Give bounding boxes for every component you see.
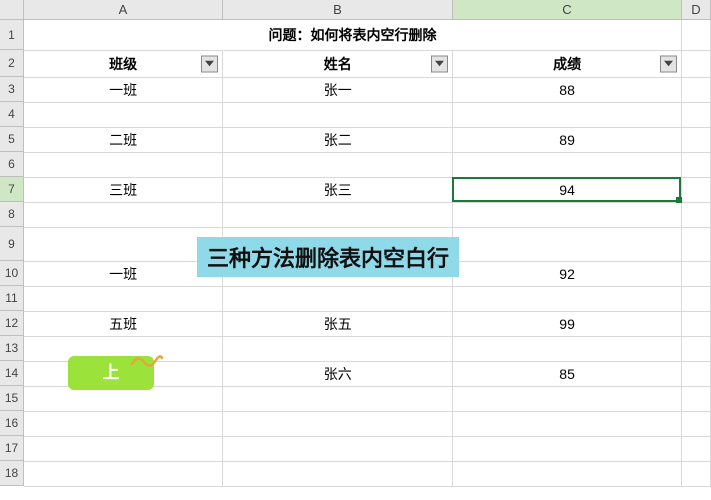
cell-D5[interactable] — [682, 127, 711, 152]
cell-D12[interactable] — [682, 311, 711, 336]
cell-D16[interactable] — [682, 411, 711, 436]
row-header-7[interactable]: 7 — [0, 177, 24, 202]
cell-B6[interactable] — [223, 152, 453, 177]
cell-D9[interactable] — [682, 227, 711, 261]
cell-C3[interactable]: 88 — [453, 77, 682, 102]
cell-C12[interactable]: 99 — [453, 311, 682, 336]
filter-button-class[interactable] — [201, 55, 218, 72]
cell-B12[interactable]: 张五 — [223, 311, 453, 336]
col-header-D[interactable]: D — [682, 0, 711, 20]
cell-D1[interactable] — [682, 20, 711, 50]
cell-C15[interactable] — [453, 386, 682, 411]
title-cell[interactable]: 问题：如何将表内空行删除 — [24, 20, 682, 50]
row-header-1[interactable]: 1 — [0, 20, 24, 50]
cell-A11[interactable] — [24, 286, 223, 311]
cell-D10[interactable] — [682, 261, 711, 286]
cell-A3[interactable]: 一班 — [24, 77, 223, 102]
row-header-8[interactable]: 8 — [0, 202, 24, 227]
cell-C16[interactable] — [453, 411, 682, 436]
cell-A8[interactable] — [24, 202, 223, 227]
cell-B16[interactable] — [223, 411, 453, 436]
cell-D17[interactable] — [682, 436, 711, 461]
header-score-label: 成绩 — [553, 56, 581, 72]
cell-C5[interactable]: 89 — [453, 127, 682, 152]
cell-B18[interactable] — [223, 461, 453, 486]
col-header-C[interactable]: C — [453, 0, 682, 20]
cell-D6[interactable] — [682, 152, 711, 177]
cell-C11[interactable] — [453, 286, 682, 311]
row-header-4[interactable]: 4 — [0, 102, 24, 127]
row-header-9[interactable]: 9 — [0, 227, 24, 261]
cell-A9[interactable] — [24, 227, 223, 261]
cell-A16[interactable] — [24, 411, 223, 436]
row-header-12[interactable]: 12 — [0, 311, 24, 336]
cell-A4[interactable] — [24, 102, 223, 127]
header-name[interactable]: 姓名 — [223, 50, 453, 77]
col-header-B[interactable]: B — [223, 0, 453, 20]
cell-C14[interactable]: 85 — [453, 361, 682, 386]
row-headers: 1 2 3 4 5 6 7 8 9 10 11 12 13 14 15 16 1… — [0, 20, 24, 487]
cell-C8[interactable] — [453, 202, 682, 227]
filter-button-score[interactable] — [660, 55, 677, 72]
row-header-3[interactable]: 3 — [0, 77, 24, 102]
cell-D11[interactable] — [682, 286, 711, 311]
cell-A5[interactable]: 二班 — [24, 127, 223, 152]
cell-D15[interactable] — [682, 386, 711, 411]
cell-C7[interactable]: 94 — [453, 177, 682, 202]
header-score[interactable]: 成绩 — [453, 50, 682, 77]
cell-D2[interactable] — [682, 50, 711, 77]
row-header-11[interactable]: 11 — [0, 286, 24, 311]
cell-D4[interactable] — [682, 102, 711, 127]
scribble-icon — [130, 350, 164, 370]
cell-C10[interactable]: 92 — [453, 261, 682, 286]
cell-B8[interactable] — [223, 202, 453, 227]
row-header-10[interactable]: 10 — [0, 261, 24, 286]
filter-button-name[interactable] — [431, 55, 448, 72]
cell-D7[interactable] — [682, 177, 711, 202]
row-header-16[interactable]: 16 — [0, 411, 24, 436]
cell-D8[interactable] — [682, 202, 711, 227]
row-header-2[interactable]: 2 — [0, 50, 24, 77]
header-class[interactable]: 班级 — [24, 50, 223, 77]
cell-D3[interactable] — [682, 77, 711, 102]
cell-A17[interactable] — [24, 436, 223, 461]
cell-B11[interactable] — [223, 286, 453, 311]
select-all-corner[interactable] — [0, 0, 24, 20]
cell-A12[interactable]: 五班 — [24, 311, 223, 336]
cell-D14[interactable] — [682, 361, 711, 386]
cell-C13[interactable] — [453, 336, 682, 361]
cell-A10[interactable]: 一班 — [24, 261, 223, 286]
cell-A18[interactable] — [24, 461, 223, 486]
row-header-18[interactable]: 18 — [0, 461, 24, 486]
col-header-A[interactable]: A — [24, 0, 223, 20]
cell-C18[interactable] — [453, 461, 682, 486]
cell-B7[interactable]: 张三 — [223, 177, 453, 202]
row-header-14[interactable]: 14 — [0, 361, 24, 386]
cell-D18[interactable] — [682, 461, 711, 486]
row-header-17[interactable]: 17 — [0, 436, 24, 461]
cell-D13[interactable] — [682, 336, 711, 361]
cell-C6[interactable] — [453, 152, 682, 177]
header-class-label: 班级 — [109, 56, 137, 72]
cell-B4[interactable] — [223, 102, 453, 127]
row-header-15[interactable]: 15 — [0, 386, 24, 411]
column-headers: A B C D — [0, 0, 711, 20]
overlay-caption: 三种方法删除表内空白行 — [197, 237, 459, 277]
row-header-6[interactable]: 6 — [0, 152, 24, 177]
cell-B3[interactable]: 张一 — [223, 77, 453, 102]
cell-A6[interactable] — [24, 152, 223, 177]
row-header-13[interactable]: 13 — [0, 336, 24, 361]
cell-B17[interactable] — [223, 436, 453, 461]
cell-A7[interactable]: 三班 — [24, 177, 223, 202]
cell-B5[interactable]: 张二 — [223, 127, 453, 152]
cell-B15[interactable] — [223, 386, 453, 411]
cell-C9[interactable] — [453, 227, 682, 261]
header-name-label: 姓名 — [324, 56, 352, 72]
cell-C17[interactable] — [453, 436, 682, 461]
cell-C4[interactable] — [453, 102, 682, 127]
cell-B13[interactable] — [223, 336, 453, 361]
cell-B14[interactable]: 张六 — [223, 361, 453, 386]
row-header-5[interactable]: 5 — [0, 127, 24, 152]
